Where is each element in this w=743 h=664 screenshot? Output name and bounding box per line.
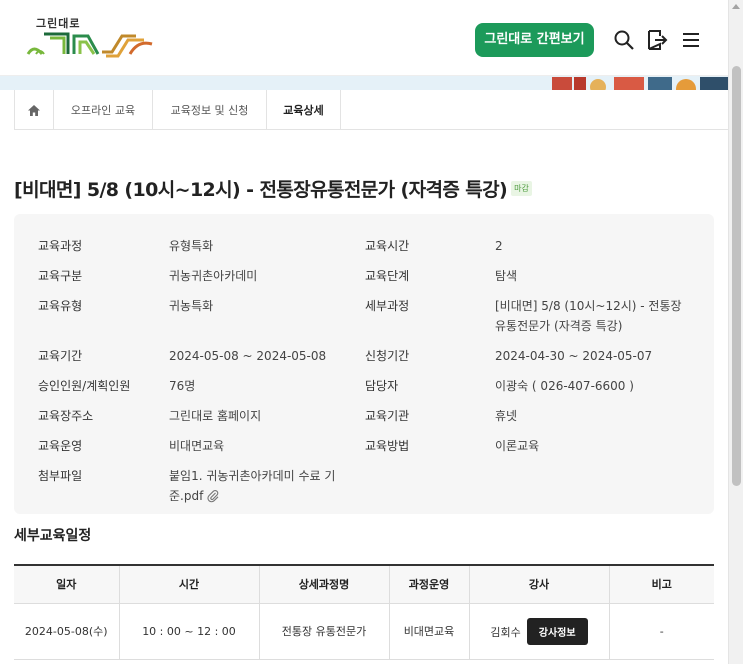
status-badge: 마감	[511, 180, 532, 196]
info-value: 유형특화	[169, 239, 214, 253]
info-value: 2024-05-08 ~ 2024-05-08	[169, 349, 327, 363]
search-icon[interactable]	[612, 28, 636, 52]
table-header-row: 일자 시간 상세과정명 과정운영 강사 비고	[14, 565, 714, 604]
teacher-info-button[interactable]: 강사정보	[526, 617, 588, 645]
info-label: 교육기간	[38, 349, 83, 363]
info-label: 교육과정	[38, 239, 83, 253]
info-label: 세부과정	[365, 299, 410, 313]
info-value: [비대면] 5/8 (10시~12시) - 전통장	[495, 299, 682, 313]
table-row: 2024-05-08(수) 10 : 00 ~ 12 : 00 전통장 유통전문…	[14, 603, 714, 660]
vertical-scrollbar[interactable]	[728, 0, 743, 664]
column-header: 시간	[119, 565, 260, 604]
breadcrumb-education-info[interactable]: 교육정보 및 신청	[153, 90, 267, 130]
info-value: 이광숙 ( 026-407-6600 )	[495, 379, 634, 393]
info-label: 교육기관	[365, 409, 410, 423]
column-header: 비고	[609, 565, 714, 604]
attachment-link-line1[interactable]: 붙임1. 귀농귀촌아카데미 수료 기	[169, 466, 335, 486]
cell-teacher: 김회수 강사정보	[469, 603, 610, 660]
info-value: 탐색	[495, 269, 518, 283]
cell-date: 2024-05-08(수)	[14, 603, 120, 660]
column-header: 과정운영	[389, 565, 470, 604]
info-label: 교육단계	[365, 269, 410, 283]
info-value: 2	[495, 239, 503, 253]
info-value: 유통전문가 (자격증 특강)	[495, 319, 623, 333]
info-label: 담당자	[365, 379, 399, 393]
info-label: 교육방법	[365, 439, 410, 453]
info-value: 귀농특화	[169, 299, 214, 313]
info-value: 휴넷	[495, 409, 518, 423]
info-label: 교육시간	[365, 239, 410, 253]
breadcrumb: 오프라인 교육 교육정보 및 신청 교육상세	[14, 90, 728, 130]
info-label: 교육구분	[38, 269, 83, 283]
info-value: 2024-04-30 ~ 2024-05-07	[495, 349, 653, 363]
breadcrumb-offline-education[interactable]: 오프라인 교육	[54, 90, 153, 130]
column-header: 일자	[14, 565, 120, 604]
info-value: 그린대로 홈페이지	[169, 409, 262, 423]
info-value: 76명	[169, 379, 196, 393]
course-title: [비대면] 5/8 (10시~12시) - 전통장유통전문가 (자격증 특강)	[14, 178, 508, 201]
breadcrumb-education-detail[interactable]: 교육상세	[267, 90, 341, 130]
cell-note: -	[609, 603, 714, 660]
teacher-name: 김회수	[490, 625, 521, 639]
home-icon	[28, 104, 40, 116]
column-header: 강사	[469, 565, 610, 604]
info-label: 신청기간	[365, 349, 410, 363]
menu-icon[interactable]	[679, 28, 703, 52]
logo-mark-icon	[26, 32, 153, 58]
login-icon[interactable]	[645, 28, 669, 52]
info-value: 비대면교육	[169, 439, 225, 453]
quick-view-button[interactable]: 그린대로 간편보기	[475, 23, 594, 57]
course-title-row: [비대면] 5/8 (10시~12시) - 전통장유통전문가 (자격증 특강) …	[14, 172, 714, 204]
schedule-section-title: 세부교육일정	[14, 528, 92, 544]
column-header: 상세과정명	[259, 565, 390, 604]
info-label: 교육장주소	[38, 409, 94, 423]
cell-time: 10 : 00 ~ 12 : 00	[119, 603, 260, 660]
attachment-link-line2[interactable]: 준.pdf	[169, 486, 220, 506]
banner-illustration	[552, 77, 728, 90]
info-label: 승인인원/계획인원	[38, 379, 131, 393]
attachment-filename[interactable]: 준.pdf	[169, 486, 203, 506]
info-value: 귀농귀촌아카데미	[169, 269, 258, 283]
info-label: 교육유형	[38, 299, 83, 313]
cell-course: 전통장 유통전문가	[259, 603, 390, 660]
page: 그린대로 그린대로 간편보기 오프라인 교육 교육정보 및 신청 교육상세 [비…	[0, 0, 728, 664]
site-header: 그린대로 그린대로 간편보기	[0, 0, 728, 76]
scroll-up-arrow-icon[interactable]	[732, 4, 740, 9]
info-label: 교육운영	[38, 439, 83, 453]
info-label: 첨부파일	[38, 469, 83, 483]
course-info-box: 교육과정 유형특화 교육구분 귀농귀촌아카데미 교육유형 귀농특화 교육기간 2…	[14, 214, 714, 514]
breadcrumb-home[interactable]	[14, 90, 54, 130]
scrollbar-thumb[interactable]	[732, 66, 741, 486]
info-value: 이론교육	[495, 439, 540, 453]
cell-operation: 비대면교육	[389, 603, 470, 660]
paperclip-icon	[207, 490, 219, 503]
banner-strip	[0, 76, 728, 90]
site-logo[interactable]: 그린대로	[26, 12, 166, 64]
schedule-table: 일자 시간 상세과정명 과정운영 강사 비고 2024-05-08(수) 10 …	[14, 564, 714, 660]
